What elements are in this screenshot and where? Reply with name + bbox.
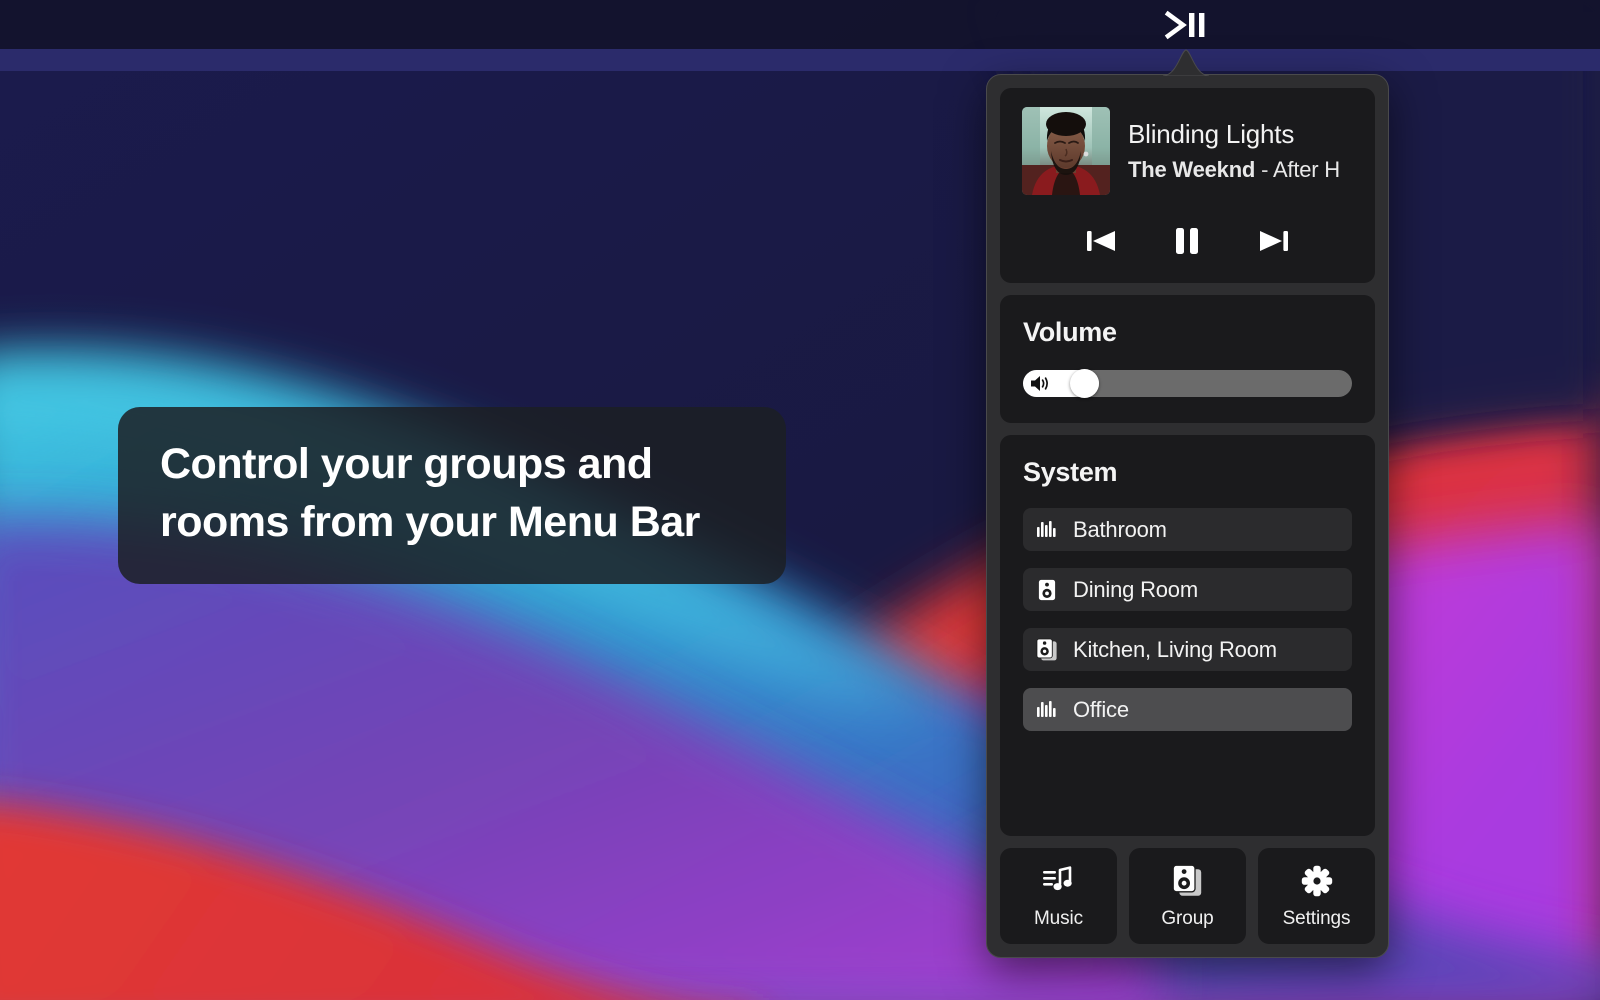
- pause-icon: [1176, 228, 1199, 254]
- previous-track-button[interactable]: [1074, 221, 1128, 261]
- speaker-wave-icon: [1031, 376, 1048, 391]
- now-playing-track-info: Blinding Lights The Weeknd - After H: [1000, 107, 1375, 195]
- volume-card: Volume: [1000, 295, 1375, 423]
- now-playing-card: Blinding Lights The Weeknd - After H: [1000, 88, 1375, 283]
- track-separator: -: [1255, 157, 1273, 182]
- next-track-icon: [1259, 231, 1288, 251]
- music-note-list-glyph: [1042, 865, 1072, 890]
- speaker-group-glyph: [1172, 864, 1202, 896]
- volume-slider-thumb[interactable]: [1069, 369, 1099, 398]
- track-title: Blinding Lights: [1128, 119, 1295, 149]
- popover-arrow: [1162, 48, 1210, 77]
- album-artwork-image: [1022, 107, 1110, 195]
- room-row-bathroom[interactable]: Bathroom: [1023, 508, 1352, 551]
- gear-icon: [1301, 863, 1333, 899]
- speaker-group-icon: [1172, 863, 1203, 899]
- menubar-popover-panel: Blinding Lights The Weeknd - After H Vol…: [986, 74, 1389, 958]
- system-label: System: [1023, 457, 1118, 487]
- menubar-underline-band: [0, 49, 1600, 71]
- track-metadata: Blinding Lights The Weeknd - After H: [1128, 119, 1375, 183]
- track-artist-album: The Weeknd - After H: [1128, 157, 1375, 183]
- popover-arrow-shape: [1162, 49, 1210, 77]
- play-pause-menubar-icon[interactable]: [1158, 8, 1214, 42]
- caption-line-2: rooms from your Menu Bar: [160, 498, 700, 547]
- popover-footer-toolbar: Music Group Settings: [1000, 848, 1375, 944]
- room-name: Kitchen, Living Room: [1073, 636, 1277, 662]
- group-button[interactable]: Group: [1129, 848, 1246, 944]
- audio-bars-icon: [1035, 518, 1059, 542]
- speaker-group-glyph: [1036, 638, 1057, 661]
- caption-callout: Control your groups and rooms from your …: [118, 407, 786, 584]
- caption-line-1: Control your groups and: [160, 440, 653, 488]
- track-artist: The Weeknd: [1128, 157, 1256, 182]
- settings-button[interactable]: Settings: [1258, 848, 1375, 944]
- audio-bars-icon: [1035, 698, 1059, 722]
- group-button-label: Group: [1161, 907, 1214, 929]
- music-note-list-icon: [1042, 863, 1076, 899]
- previous-track-icon: [1087, 231, 1116, 251]
- gear-glyph: [1301, 865, 1332, 896]
- room-name: Office: [1073, 696, 1129, 722]
- volume-label: Volume: [1023, 317, 1117, 347]
- music-button[interactable]: Music: [1000, 848, 1117, 944]
- transport-controls: [1000, 195, 1375, 261]
- room-row-dining-room[interactable]: Dining Room: [1023, 568, 1352, 611]
- speaker-icon: [1035, 578, 1059, 602]
- play-pause-glyph: [1164, 10, 1205, 40]
- macos-menu-bar: [0, 0, 1600, 49]
- room-name: Bathroom: [1073, 516, 1167, 542]
- speaker-group-icon: [1035, 638, 1059, 662]
- music-button-label: Music: [1033, 907, 1084, 929]
- track-album: After H: [1272, 157, 1340, 182]
- room-row-kitchen-living-room[interactable]: Kitchen, Living Room: [1023, 628, 1352, 671]
- audio-bars-glyph: [1037, 520, 1056, 537]
- room-name: Dining Room: [1073, 576, 1198, 602]
- album-artwork: [1022, 107, 1110, 195]
- pause-button[interactable]: [1160, 221, 1214, 261]
- next-track-button[interactable]: [1247, 221, 1301, 261]
- system-card: System Bathroom Dining Room Kitchen, Liv…: [1000, 435, 1375, 836]
- volume-slider[interactable]: [1023, 369, 1352, 398]
- speaker-glyph: [1038, 579, 1056, 600]
- audio-bars-glyph: [1037, 700, 1056, 717]
- room-row-office[interactable]: Office: [1023, 688, 1352, 731]
- settings-button-label: Settings: [1282, 907, 1351, 929]
